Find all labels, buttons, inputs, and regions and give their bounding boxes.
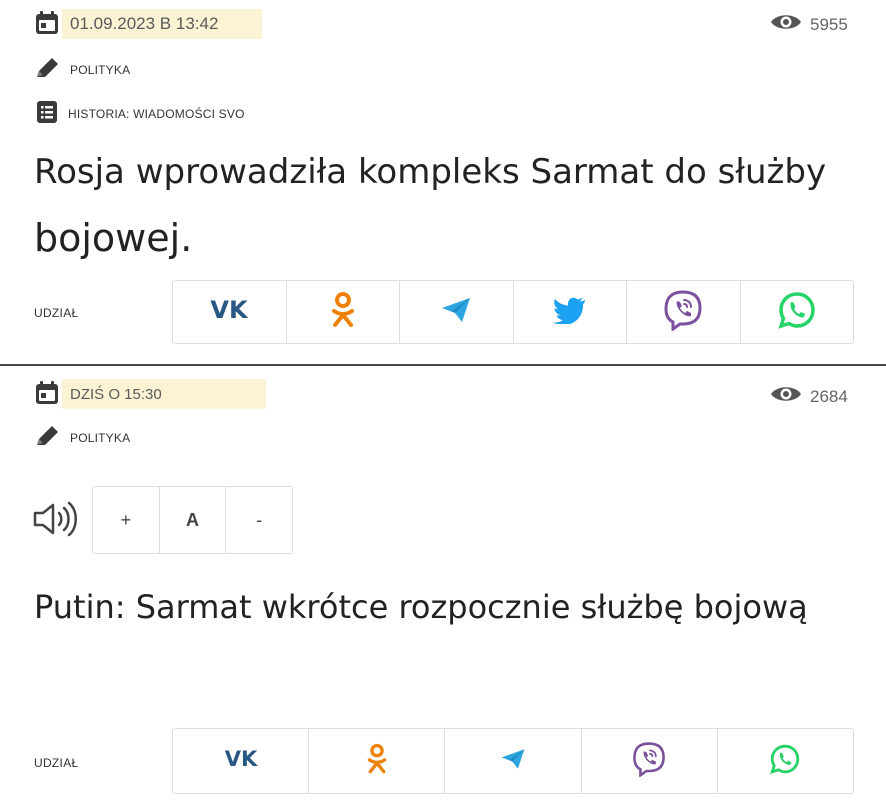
font-reset-button[interactable]: A	[160, 487, 227, 553]
pencil-icon	[34, 56, 60, 83]
share-bar: VK	[172, 728, 854, 794]
vk-icon: VK	[219, 747, 263, 776]
article-date: 01.09.2023 В 13:42	[62, 9, 262, 39]
share-odnoklassniki-button[interactable]	[287, 281, 400, 343]
share-viber-button[interactable]	[582, 729, 718, 793]
series-link[interactable]: HISTORIA: WIADOMOŚCI SVO	[68, 107, 245, 121]
view-count: 5955	[810, 14, 848, 34]
eye-icon	[770, 12, 802, 37]
share-telegram-button[interactable]	[400, 281, 514, 343]
odnoklassniki-icon	[330, 291, 356, 334]
font-size-controls: + A -	[92, 486, 293, 554]
category-link[interactable]: POLITYKA	[70, 431, 130, 445]
article-headline-line-1: Rosja wprowadziła kompleks Sarmat do słu…	[34, 152, 827, 192]
font-increase-button[interactable]: +	[93, 487, 160, 553]
vk-icon: VK	[205, 296, 253, 328]
whatsapp-icon	[777, 290, 817, 335]
share-telegram-button[interactable]	[445, 729, 582, 793]
view-counter: 5955	[770, 12, 848, 37]
share-label: UDZIAŁ	[34, 306, 79, 320]
article-date: DZIŚ O 15:30	[62, 379, 266, 409]
share-whatsapp-button[interactable]	[718, 729, 853, 793]
pencil-icon	[34, 424, 60, 451]
share-vk-button[interactable]: VK	[173, 281, 287, 343]
share-viber-button[interactable]	[627, 281, 741, 343]
share-label: UDZIAŁ	[34, 756, 79, 770]
category-row: POLITYKA	[34, 424, 130, 451]
article-headline: Putin: Sarmat wkrótce rozpocznie służbę …	[34, 588, 808, 626]
article-card-1: 01.09.2023 В 13:42 5955 POLITYKA HISTORI…	[0, 0, 886, 364]
telegram-icon	[440, 296, 472, 329]
viber-icon	[662, 289, 704, 336]
list-icon	[36, 100, 58, 127]
category-row: POLITYKA	[34, 56, 130, 83]
eye-icon	[770, 384, 802, 409]
whatsapp-icon	[769, 743, 801, 780]
article-card-2: DZIŚ O 15:30 2684 POLITYKA + A - Putin: …	[0, 366, 886, 800]
calendar-icon	[34, 380, 60, 411]
share-whatsapp-button[interactable]	[741, 281, 854, 343]
odnoklassniki-icon	[366, 743, 388, 780]
twitter-icon	[552, 296, 587, 329]
calendar-icon	[34, 10, 60, 41]
share-twitter-button[interactable]	[514, 281, 627, 343]
series-row: HISTORIA: WIADOMOŚCI SVO	[36, 100, 245, 127]
viber-icon	[631, 741, 667, 782]
share-bar: VK	[172, 280, 854, 344]
font-decrease-button[interactable]: -	[226, 487, 292, 553]
speaker-icon[interactable]	[32, 500, 78, 543]
share-odnoklassniki-button[interactable]	[309, 729, 446, 793]
svg-text:VK: VK	[211, 297, 250, 323]
article-headline-line-2: bojowej.	[34, 216, 193, 260]
category-link[interactable]: POLITYKA	[70, 63, 130, 77]
view-counter: 2684	[770, 384, 848, 409]
svg-text:VK: VK	[224, 747, 257, 771]
share-vk-button[interactable]: VK	[173, 729, 310, 793]
view-count: 2684	[810, 386, 848, 406]
telegram-icon	[500, 747, 526, 776]
